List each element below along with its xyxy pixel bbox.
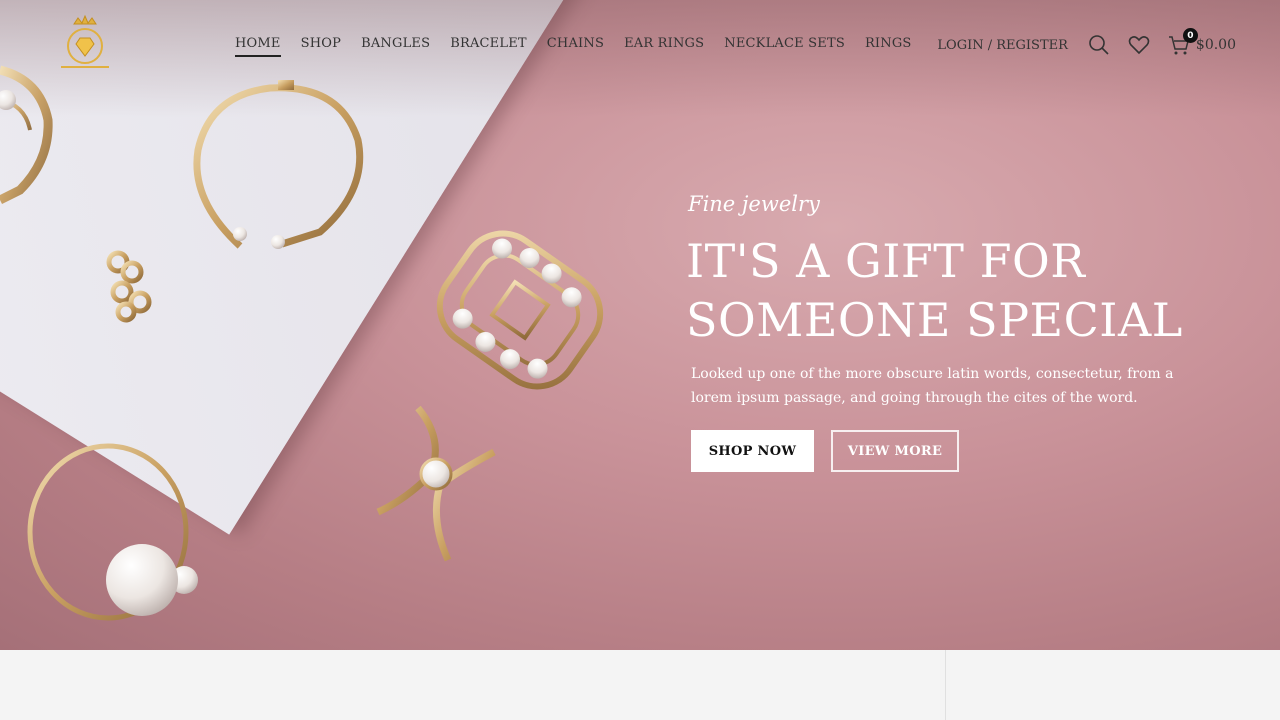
search-icon[interactable] [1088, 34, 1110, 56]
cart-total: $0.00 [1195, 37, 1236, 53]
heart-icon[interactable] [1128, 34, 1150, 56]
cart-count-badge: 0 [1182, 28, 1198, 43]
flower-ring [106, 250, 152, 323]
diamond-icon [75, 37, 95, 57]
main-navigation: HOME SHOP BANGLES BRACELET CHAINS EAR RI… [235, 36, 932, 57]
round-pearl-bracelet [27, 443, 198, 621]
nav-item-ear-rings[interactable]: EAR RINGS [624, 36, 704, 57]
shop-now-button[interactable]: SHOP NOW [691, 430, 814, 472]
hero-eyebrow: Fine jewelry [688, 192, 820, 216]
content-section [0, 650, 1280, 720]
pearl-brooch [376, 405, 496, 562]
hero-headline: IT'S A GIFT FOR SOMEONE SPECIAL [686, 232, 1183, 350]
nav-item-necklace-sets[interactable]: NECKLACE SETS [724, 36, 845, 57]
nav-item-rings[interactable]: RINGS [865, 36, 912, 57]
jewelry-illustration [0, 65, 604, 621]
hero-headline-line2: SOMEONE SPECIAL [686, 293, 1183, 347]
section-divider [945, 650, 946, 720]
hero-headline-line1: IT'S A GIFT FOR [686, 234, 1086, 288]
cuff-bracelet [193, 80, 364, 249]
nav-item-bangles[interactable]: BANGLES [361, 36, 430, 57]
crown-icon [73, 14, 97, 25]
nav-item-chains[interactable]: CHAINS [547, 36, 604, 57]
hero-description: Looked up one of the more obscure latin … [691, 366, 1174, 406]
view-more-button[interactable]: VIEW MORE [831, 430, 959, 472]
cart-icon-wrapper: 0 [1168, 28, 1198, 56]
site-logo[interactable] [58, 14, 112, 72]
header-actions: LOGIN / REGISTER 0 $0.00 [937, 28, 1236, 56]
pearl-cage-bracelet [436, 230, 604, 390]
nav-item-bracelet[interactable]: BRACELET [450, 36, 527, 57]
bangle-partial [0, 65, 53, 205]
nav-item-shop[interactable]: SHOP [301, 36, 341, 57]
cart-button[interactable]: 0 $0.00 [1168, 28, 1236, 56]
nav-item-home[interactable]: HOME [235, 36, 281, 57]
login-register-link[interactable]: LOGIN / REGISTER [937, 38, 1067, 53]
